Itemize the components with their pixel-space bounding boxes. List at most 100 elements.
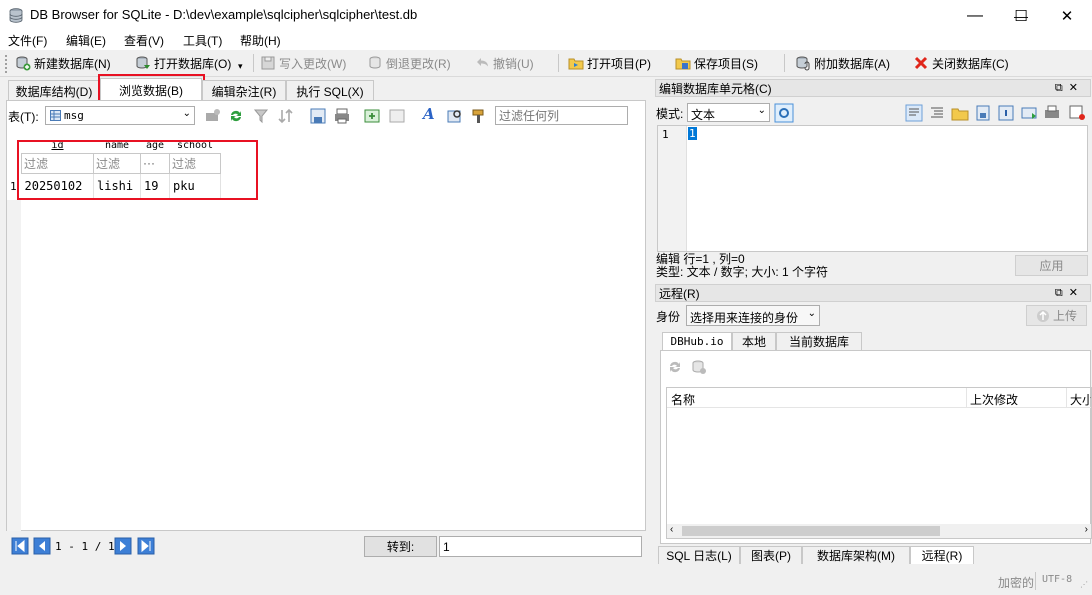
- column-header-id[interactable]: id: [22, 138, 94, 153]
- tab-label: 编辑杂注(R): [211, 84, 277, 99]
- goto-button[interactable]: 转到:: [364, 536, 437, 557]
- tab-current-database[interactable]: 当前数据库: [776, 332, 862, 350]
- float-close-icon[interactable]: ⧉✕: [1055, 286, 1084, 300]
- tab-label: 浏览数据(B): [119, 83, 183, 98]
- set-null-icon[interactable]: [997, 104, 1015, 122]
- column-header-school[interactable]: school: [170, 138, 221, 153]
- tab-browse-data[interactable]: 浏览数据(B): [100, 78, 202, 101]
- tab-db-schema[interactable]: 数据库架构(M): [802, 546, 910, 564]
- data-table: id name age school 过滤 过滤 ··· 过滤 20250102…: [21, 138, 221, 199]
- tab-local[interactable]: 本地: [732, 332, 776, 350]
- write-changes-icon: [261, 56, 275, 70]
- save-project-button[interactable]: 保存项目(S): [675, 53, 758, 73]
- tab-chart[interactable]: 图表(P): [740, 546, 802, 564]
- tab-dbhub[interactable]: DBHub.io: [662, 332, 732, 350]
- menu-view[interactable]: 查看(V): [122, 32, 166, 49]
- refresh-remote-icon[interactable]: [667, 359, 683, 375]
- tab-sql-log[interactable]: SQL 日志(L): [658, 546, 740, 564]
- column-header-age[interactable]: age: [141, 138, 170, 153]
- open-project-button[interactable]: 打开项目(P): [568, 53, 651, 73]
- first-page-icon[interactable]: [11, 537, 29, 555]
- find-icon[interactable]: [446, 107, 464, 125]
- table-label: 表(T):: [8, 110, 39, 124]
- tab-remote[interactable]: 远程(R): [910, 546, 974, 564]
- undo-button[interactable]: 撤销(U): [474, 53, 534, 73]
- indent-icon[interactable]: [928, 104, 946, 122]
- import-file-icon[interactable]: [951, 104, 969, 122]
- row-number[interactable]: 1: [10, 180, 17, 193]
- cell-editor-text[interactable]: 1: [688, 127, 697, 140]
- clear-filters-icon[interactable]: [253, 107, 271, 125]
- column-header-name[interactable]: 名称: [671, 391, 695, 408]
- tab-label: 图表(P): [751, 549, 791, 563]
- cell-name[interactable]: lishi: [93, 173, 141, 199]
- delete-record-icon[interactable]: [388, 107, 406, 125]
- print-icon[interactable]: [333, 107, 351, 125]
- tab-edit-pragmas[interactable]: 编辑杂注(R): [202, 80, 286, 101]
- menu-edit[interactable]: 编辑(E): [64, 32, 108, 49]
- table-select[interactable]: msg ⌄: [45, 106, 195, 125]
- refresh-icon[interactable]: [204, 107, 222, 125]
- scroll-right-icon[interactable]: ›: [1085, 524, 1088, 535]
- cell-editor[interactable]: 1 1: [657, 125, 1088, 252]
- open-database-dropdown-icon[interactable]: ▾: [238, 61, 243, 72]
- column-header-size[interactable]: 大小: [1070, 391, 1091, 408]
- previous-page-icon[interactable]: [33, 537, 51, 555]
- menu-file[interactable]: 文件(F): [6, 32, 49, 49]
- float-close-icon[interactable]: ⧉✕: [1055, 81, 1084, 95]
- new-database-button[interactable]: 新建数据库(N): [15, 53, 111, 73]
- menu-help[interactable]: 帮助(H): [238, 32, 283, 49]
- export-file-icon[interactable]: [974, 104, 992, 122]
- print-cell-icon[interactable]: [1020, 104, 1038, 122]
- open-database-button[interactable]: 打开数据库(O): [135, 53, 231, 73]
- horizontal-scrollbar[interactable]: ‹ ›: [667, 524, 1091, 538]
- format-painter-icon[interactable]: [470, 107, 488, 125]
- goto-input[interactable]: [439, 536, 642, 557]
- last-page-icon[interactable]: [137, 537, 155, 555]
- auto-switch-mode-icon[interactable]: [774, 103, 794, 123]
- mode-select[interactable]: 文本 ⌄: [687, 103, 770, 122]
- maximize-button[interactable]: ☐: [998, 0, 1044, 31]
- revert-changes-button[interactable]: 倒退更改(R): [367, 53, 451, 73]
- write-changes-button[interactable]: 写入更改(W): [260, 53, 346, 73]
- word-wrap-icon[interactable]: [905, 104, 923, 122]
- refresh-table-icon[interactable]: [227, 107, 245, 125]
- cell-age[interactable]: 19: [140, 173, 170, 199]
- close-database-button[interactable]: 关闭数据库(C): [913, 53, 1009, 73]
- encrypted-status: 加密的: [998, 576, 1035, 590]
- attach-database-label: 附加数据库(A): [814, 56, 890, 71]
- next-page-icon[interactable]: [114, 537, 132, 555]
- save-table-icon[interactable]: [309, 107, 327, 125]
- attach-database-button[interactable]: 附加数据库(A): [795, 53, 890, 73]
- scrollbar-thumb[interactable]: [682, 526, 940, 536]
- column-header-last-modified[interactable]: 上次修改: [970, 391, 1018, 408]
- column-header-name[interactable]: name: [94, 138, 141, 153]
- write-changes-label: 写入更改(W): [279, 56, 347, 71]
- close-window-button[interactable]: ✕: [1044, 0, 1090, 31]
- column-filter-age[interactable]: ···: [140, 152, 170, 174]
- menu-tools[interactable]: 工具(T): [181, 32, 224, 49]
- sort-icon[interactable]: [277, 107, 295, 125]
- filter-any-column-input[interactable]: [495, 106, 628, 125]
- tab-database-structure[interactable]: 数据库结构(D): [8, 80, 100, 101]
- font-icon[interactable]: A: [423, 105, 435, 123]
- column-filter-id[interactable]: 过滤: [21, 152, 94, 174]
- resize-grip-icon[interactable]: ⋰: [1080, 580, 1088, 589]
- printer-icon[interactable]: [1043, 104, 1061, 122]
- table-row[interactable]: 20250102 lishi 19 pku: [21, 173, 221, 199]
- tab-label: DBHub.io: [670, 335, 724, 348]
- cell-id[interactable]: 20250102: [21, 173, 94, 199]
- copy-cell-icon[interactable]: [1067, 104, 1087, 122]
- tab-execute-sql[interactable]: 执行 SQL(X): [286, 80, 374, 101]
- clone-database-icon[interactable]: [691, 359, 707, 375]
- scroll-left-icon[interactable]: ‹: [670, 524, 673, 535]
- column-filter-name[interactable]: 过滤: [93, 152, 141, 174]
- window-title: DB Browser for SQLite - D:\dev\example\s…: [30, 7, 418, 22]
- upload-button[interactable]: 上传: [1026, 305, 1087, 326]
- identity-select[interactable]: 选择用来连接的身份 ⌄: [686, 305, 820, 326]
- cell-school[interactable]: pku: [169, 173, 221, 199]
- insert-record-icon[interactable]: [363, 107, 381, 125]
- minimize-window-button[interactable]: —: [952, 0, 998, 31]
- apply-button[interactable]: 应用: [1015, 255, 1088, 276]
- column-filter-school[interactable]: 过滤: [169, 152, 221, 174]
